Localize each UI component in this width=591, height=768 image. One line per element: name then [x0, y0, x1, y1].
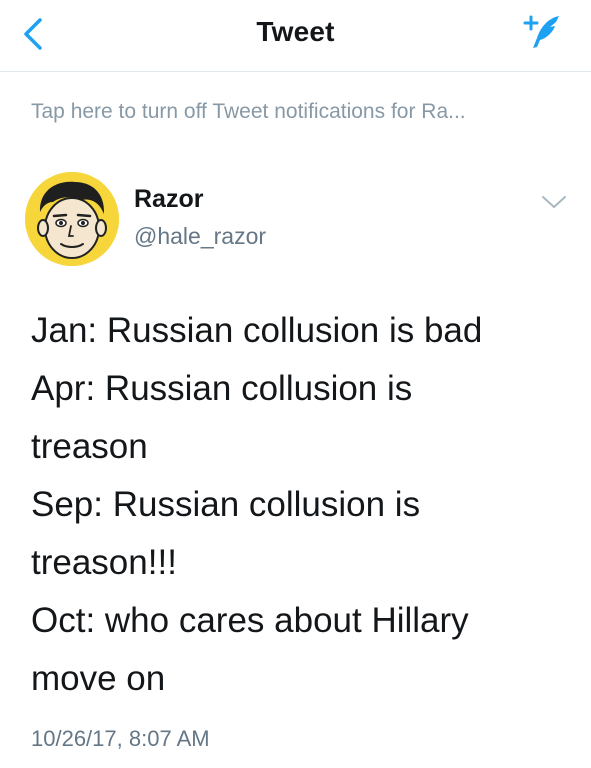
tweet-line: Oct: who cares about Hillary — [31, 601, 469, 640]
tweet-line: Apr: Russian collusion is — [31, 369, 413, 408]
tweet-line: Jan: Russian collusion is bad — [31, 311, 483, 350]
tweet-line: treason — [31, 427, 148, 466]
chevron-down-icon — [542, 196, 566, 208]
cartoon-avatar-icon — [25, 172, 119, 266]
tweet-text: Jan: Russian collusion is bad Apr: Russi… — [31, 302, 571, 708]
tweet-timestamp: 10/26/17, 8:07 AM — [31, 726, 210, 751]
page-title: Tweet — [256, 16, 335, 47]
tweet-line: move on — [31, 659, 166, 698]
tweet-line: treason!!! — [31, 543, 177, 582]
author-username[interactable]: @hale_razor — [134, 223, 266, 250]
avatar[interactable] — [25, 172, 119, 266]
nav-bar: Tweet — [0, 0, 591, 72]
tweet-line: Sep: Russian collusion is — [31, 485, 421, 524]
author-display-name[interactable]: Razor — [134, 185, 203, 214]
notification-bar[interactable]: Tap here to turn off Tweet notifications… — [0, 72, 591, 156]
compose-tweet-icon — [523, 15, 559, 48]
tweet-menu-button[interactable] — [539, 190, 569, 214]
notification-text: Tap here to turn off Tweet notifications… — [31, 100, 466, 123]
compose-tweet-button[interactable] — [517, 10, 563, 52]
